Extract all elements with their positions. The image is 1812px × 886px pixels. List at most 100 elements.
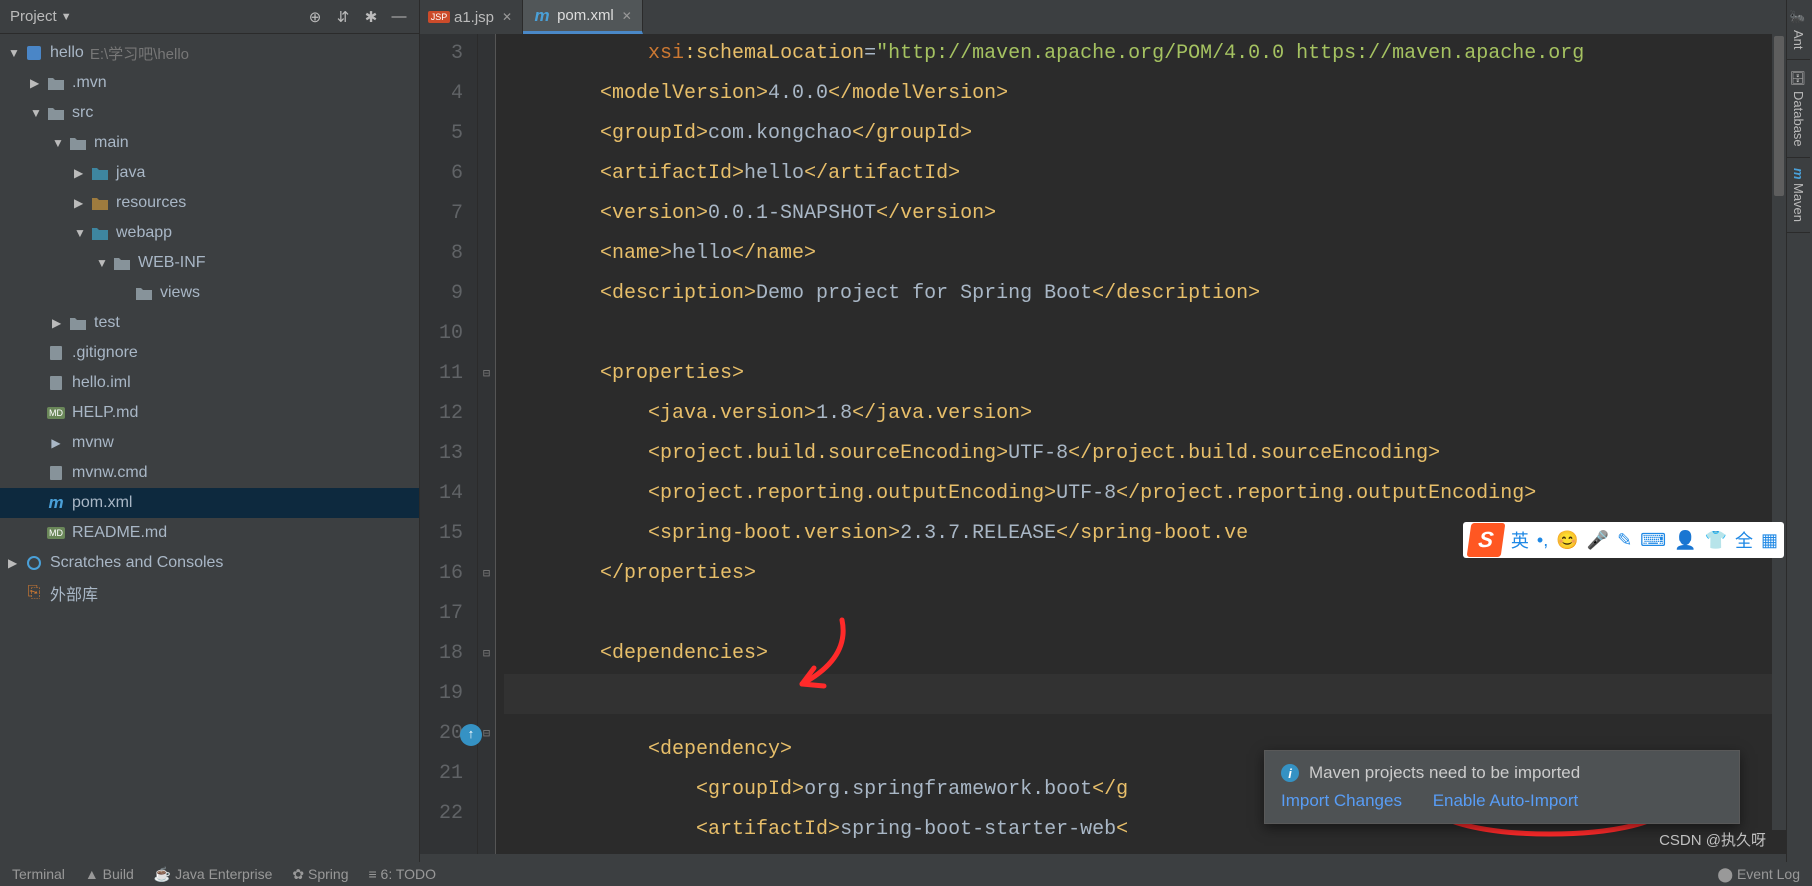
tree-node--mvn[interactable]: ▶ .mvn: [0, 68, 419, 98]
right-rail-maven[interactable]: mMaven: [1787, 158, 1810, 234]
ime-button[interactable]: 👤: [1674, 530, 1696, 551]
hide-icon[interactable]: —: [389, 7, 409, 27]
code-line-4[interactable]: <modelVersion>4.0.0</modelVersion>: [504, 74, 1812, 114]
code-line-3[interactable]: xsi:schemaLocation="http://maven.apache.…: [504, 34, 1812, 74]
gear-icon[interactable]: ✱: [361, 7, 381, 27]
tree-node-test[interactable]: ▶ test: [0, 308, 419, 338]
tree-node-pom-xml[interactable]: m pom.xml: [0, 488, 419, 518]
tab-pom-xml[interactable]: m pom.xml ✕: [523, 0, 643, 34]
tree-node-scratches-and-consoles[interactable]: ▶ Scratches and Consoles: [0, 548, 419, 578]
ime-button[interactable]: 全: [1735, 527, 1753, 553]
tree-label: .gitignore: [72, 344, 138, 362]
scrollbar-thumb[interactable]: [1774, 36, 1784, 196]
tree-node-mvnw-cmd[interactable]: mvnw.cmd: [0, 458, 419, 488]
import-changes-link[interactable]: Import Changes: [1281, 791, 1402, 810]
tree-node-src[interactable]: ▼ src: [0, 98, 419, 128]
code-line-12[interactable]: <java.version>1.8</java.version>: [504, 394, 1812, 434]
close-icon[interactable]: ✕: [502, 10, 512, 24]
enable-auto-import-link[interactable]: Enable Auto-Import: [1433, 791, 1579, 810]
tree-node-web-inf[interactable]: ▼ WEB-INF: [0, 248, 419, 278]
tree-node-main[interactable]: ▼ main: [0, 128, 419, 158]
ime-button[interactable]: ▦: [1761, 530, 1778, 551]
tree-node-hello-iml[interactable]: hello.iml: [0, 368, 419, 398]
tree-node-help-md[interactable]: MD HELP.md: [0, 398, 419, 428]
project-tree[interactable]: ▼ hello E:\学习吧\hello▶ .mvn ▼ src ▼ main …: [0, 34, 419, 886]
code-line-11[interactable]: <properties>: [504, 354, 1812, 394]
scrollbar-track[interactable]: [1772, 34, 1786, 830]
right-rail-ant[interactable]: 🐜Ant: [1787, 0, 1810, 60]
tree-label: views: [160, 284, 200, 302]
code-line-8[interactable]: <name>hello</name>: [504, 234, 1812, 274]
mvn-icon: m: [533, 7, 551, 25]
close-icon[interactable]: ✕: [622, 9, 632, 23]
ime-button[interactable]: 英: [1511, 527, 1529, 553]
jsp-icon: JSP: [430, 8, 448, 26]
status-item[interactable]: ▲ Build: [85, 866, 134, 882]
tree-label: test: [94, 314, 120, 332]
tree-node--[interactable]: ⎘ 外部库: [0, 578, 419, 608]
tree-label: Scratches and Consoles: [50, 554, 223, 572]
event-log-button[interactable]: ⬤ Event Log: [1717, 866, 1800, 883]
tree-node-views[interactable]: views: [0, 278, 419, 308]
code-line-6[interactable]: <artifactId>hello</artifactId>: [504, 154, 1812, 194]
ime-toolbar[interactable]: S 英 •, 😊 🎤 ✎ ⌨ 👤 👕 全 ▦: [1463, 522, 1784, 558]
ime-button[interactable]: ✎: [1617, 530, 1632, 551]
code-line-19[interactable]: [504, 674, 1812, 714]
tree-node--gitignore[interactable]: .gitignore: [0, 338, 419, 368]
tree-arrow-icon[interactable]: ▶: [74, 166, 90, 180]
code-line-10[interactable]: [504, 314, 1812, 354]
code-line-9[interactable]: <description>Demo project for Spring Boo…: [504, 274, 1812, 314]
folder-icon: [68, 133, 88, 153]
rail-label: Database: [1791, 91, 1806, 147]
code-line-7[interactable]: <version>0.0.1-SNAPSHOT</version>: [504, 194, 1812, 234]
tree-arrow-icon[interactable]: ▼: [96, 256, 112, 270]
right-rail-database[interactable]: 🗄Database: [1787, 60, 1810, 157]
folder-src-icon: [90, 163, 110, 183]
code-line-13[interactable]: <project.build.sourceEncoding>UTF-8</pro…: [504, 434, 1812, 474]
project-title[interactable]: Project: [10, 8, 57, 25]
tree-node-mvnw[interactable]: ▶ mvnw: [0, 428, 419, 458]
override-gutter-icon[interactable]: ↑: [460, 724, 482, 746]
tree-arrow-icon[interactable]: ▶: [8, 556, 24, 570]
code-line-17[interactable]: [504, 594, 1812, 634]
tab-a1-jsp[interactable]: JSP a1.jsp ✕: [420, 0, 523, 34]
status-item[interactable]: ≡ 6: TODO: [368, 866, 436, 882]
ime-button[interactable]: 😊: [1556, 530, 1578, 551]
status-item[interactable]: ✿ Spring: [292, 866, 348, 883]
tree-arrow-icon[interactable]: ▼: [74, 226, 90, 240]
file-icon: [46, 373, 66, 393]
sogou-logo-icon[interactable]: S: [1467, 523, 1506, 557]
tree-arrow-icon[interactable]: ▶: [30, 76, 46, 90]
ime-button[interactable]: ⌨: [1640, 530, 1666, 551]
tree-arrow-icon[interactable]: ▼: [8, 46, 24, 60]
rail-label: Maven: [1791, 183, 1806, 222]
ime-button[interactable]: 👕: [1705, 530, 1727, 551]
tree-node-java[interactable]: ▶ java: [0, 158, 419, 188]
tree-label: 外部库: [50, 581, 98, 605]
tree-label: HELP.md: [72, 404, 138, 422]
tree-arrow-icon[interactable]: ▼: [52, 136, 68, 150]
tree-node-hello[interactable]: ▼ hello E:\学习吧\hello: [0, 38, 419, 68]
chevron-down-icon[interactable]: ▼: [61, 11, 72, 23]
tree-arrow-icon[interactable]: ▶: [74, 196, 90, 210]
tree-arrow-icon[interactable]: ▼: [30, 106, 46, 120]
tree-node-webapp[interactable]: ▼ webapp: [0, 218, 419, 248]
tree-arrow-icon[interactable]: ▶: [52, 316, 68, 330]
status-item[interactable]: Terminal: [12, 866, 65, 882]
code-content[interactable]: xsi:schemaLocation="http://maven.apache.…: [496, 34, 1812, 854]
tree-label: hello: [50, 44, 84, 62]
code-line-16[interactable]: </properties>: [504, 554, 1812, 594]
code-line-5[interactable]: <groupId>com.kongchao</groupId>: [504, 114, 1812, 154]
folder-icon: [112, 253, 132, 273]
locate-icon[interactable]: ⊕: [305, 7, 325, 27]
code-line-18[interactable]: <dependencies>: [504, 634, 1812, 674]
code-area[interactable]: 3 4 5 6 7 8 9 10 11 12 13 14 15 16 17 18…: [420, 34, 1812, 854]
ime-button[interactable]: 🎤: [1587, 530, 1609, 551]
collapse-all-icon[interactable]: ⇵: [333, 7, 353, 27]
code-line-14[interactable]: <project.reporting.outputEncoding>UTF-8<…: [504, 474, 1812, 514]
tree-node-resources[interactable]: ▶ resources: [0, 188, 419, 218]
status-item[interactable]: ☕ Java Enterprise: [154, 866, 273, 883]
ime-button[interactable]: •,: [1537, 530, 1548, 551]
tree-label: WEB-INF: [138, 254, 206, 272]
tree-node-readme-md[interactable]: MD README.md: [0, 518, 419, 548]
